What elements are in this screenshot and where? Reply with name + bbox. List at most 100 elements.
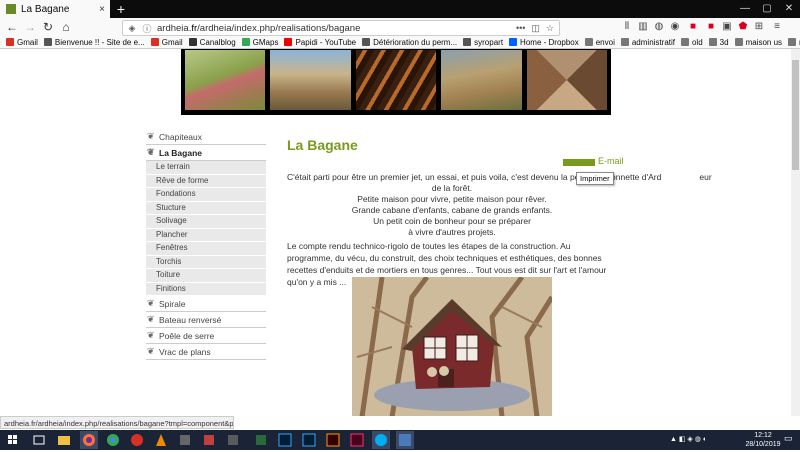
close-window-icon[interactable]: ✕: [778, 0, 800, 18]
windows-start-icon[interactable]: [4, 431, 22, 449]
red-app-icon[interactable]: [128, 431, 146, 449]
home-icon[interactable]: ⌂: [57, 18, 75, 36]
site-info-icon[interactable]: ⓘ: [141, 22, 153, 35]
intro-line-text: Un petit coin de bonheur pour se prépare…: [373, 216, 531, 226]
notification-center-icon[interactable]: ▭: [784, 433, 798, 447]
z-app-icon[interactable]: [396, 431, 414, 449]
intro-line: Un petit coin de bonheur pour se prépare…: [287, 216, 617, 227]
menu-item-label: La Bagane: [159, 147, 202, 158]
bookmark-item[interactable]: Détérioration du perm...: [362, 38, 457, 47]
extension-icon[interactable]: ◍: [652, 20, 666, 34]
sketchup-icon[interactable]: [252, 431, 270, 449]
clock-date: 28/10/2019: [745, 441, 781, 448]
email-link[interactable]: E-mail: [598, 156, 624, 166]
skype-icon[interactable]: [372, 431, 390, 449]
bookmark-item[interactable]: GMaps: [241, 38, 278, 47]
menu-item-1[interactable]: ❦ La Bagane: [146, 145, 266, 161]
pocket-icon[interactable]: ◫: [531, 23, 540, 34]
submenu-item[interactable]: Plancher: [146, 228, 266, 242]
submenu-item[interactable]: Rêve de forme: [146, 174, 266, 188]
submenu-item[interactable]: Fenêtres: [146, 242, 266, 256]
taskbar-clock[interactable]: 12:12 28/10/2019: [745, 431, 781, 449]
bookmark-label: envoi: [595, 37, 615, 47]
bookmark-item[interactable]: envoi: [584, 37, 615, 47]
submenu-item[interactable]: Fondations: [146, 188, 266, 202]
url-bar[interactable]: ◈ ⓘ ardheia.fr/ardheia/index.php/realisa…: [122, 20, 560, 36]
menu-icon[interactable]: ≡: [770, 20, 784, 34]
submenu-item[interactable]: Toiture: [146, 269, 266, 283]
bookmark-star-icon[interactable]: ☆: [546, 23, 554, 34]
forward-icon[interactable]: →: [21, 18, 39, 36]
bookmark-label: Canalblog: [199, 37, 236, 47]
system-tray-icons[interactable]: ▲ ◧ ◈ ◍ ◐: [670, 435, 740, 445]
banner-photo-timber-frame: [270, 50, 351, 110]
tab-close-icon[interactable]: ×: [99, 4, 105, 15]
extension-badge-icon[interactable]: ■: [704, 20, 718, 34]
print-button[interactable]: [563, 159, 595, 166]
leaf-icon: ❦: [147, 346, 155, 356]
bookmark-item[interactable]: Canalblog: [188, 37, 236, 47]
chrome-icon[interactable]: [104, 431, 122, 449]
submenu-item[interactable]: Finitions: [146, 282, 266, 296]
menu-item-bottom-2[interactable]: ❦ Poêle de serre: [146, 328, 266, 344]
bookmark-item[interactable]: syropart: [463, 38, 503, 47]
bookmark-icon: [680, 38, 689, 46]
tracking-shield-icon[interactable]: ◈: [126, 23, 138, 34]
bookmark-item[interactable]: maison us: [734, 37, 783, 47]
bookmark-icon: [150, 38, 159, 46]
vlc-icon[interactable]: [152, 431, 170, 449]
side-menu: ❦ Chapiteaux ❦ La Bagane Le terrain Rêve de f…: [146, 129, 266, 360]
reload-icon[interactable]: ↻: [39, 18, 57, 36]
screenshot-icon[interactable]: ▣: [720, 20, 734, 34]
page-title: La Bagane: [287, 137, 358, 153]
bookmark-label: maison us: [745, 37, 783, 47]
cabin-illustration: [352, 277, 552, 416]
bookmark-item[interactable]: Home - Dropbox: [509, 38, 579, 47]
menu-item-bottom-1[interactable]: ❦ Bateau renversé: [146, 312, 266, 328]
photoshop-icon[interactable]: [276, 431, 294, 449]
notification-icon[interactable]: ■: [686, 20, 700, 34]
menu-item-bottom-3[interactable]: ❦ Vrac de plans: [146, 344, 266, 360]
status-bar-link: ardheia.fr/ardheia/index.php/realisation…: [0, 416, 234, 429]
page-actions-icon[interactable]: •••: [516, 23, 525, 34]
app-icon-2[interactable]: [200, 431, 218, 449]
maximize-icon[interactable]: ▢: [756, 0, 778, 18]
bookmark-label: Home - Dropbox: [520, 37, 579, 47]
submenu-item[interactable]: Torchis: [146, 255, 266, 269]
bookmark-item[interactable]: Gmail: [150, 38, 183, 47]
app-icon-3[interactable]: [224, 431, 242, 449]
firefox-icon[interactable]: [80, 431, 98, 449]
header-banner: [181, 49, 611, 115]
bookmark-item[interactable]: recherche immo: [788, 38, 800, 47]
bookmark-icon: [620, 38, 629, 46]
file-explorer-icon[interactable]: [55, 431, 73, 449]
menu-item-bottom-0[interactable]: ❦ Spirale: [146, 296, 266, 312]
app-icon-1[interactable]: [176, 431, 194, 449]
bookmark-item[interactable]: 3d: [708, 38, 729, 47]
bookmark-item[interactable]: Gmail: [6, 38, 38, 47]
submenu-item[interactable]: Le terrain: [146, 161, 266, 175]
minimize-icon[interactable]: —: [734, 0, 756, 18]
library-icon[interactable]: ⫴: [620, 20, 634, 34]
intro-line: à vivre d'autres projets.: [287, 227, 617, 238]
back-icon[interactable]: ←: [3, 18, 21, 36]
sync-icon[interactable]: ◉: [668, 20, 682, 34]
submenu-item[interactable]: Stucture: [146, 201, 266, 215]
bookmark-item[interactable]: Papidi - YouTube: [284, 38, 356, 47]
adblock-icon[interactable]: ⬟: [736, 20, 750, 34]
menu-item-0[interactable]: ❦ Chapiteaux: [146, 129, 266, 145]
new-tab-button[interactable]: +: [113, 1, 129, 17]
illustrator-icon[interactable]: [324, 431, 342, 449]
photoshop-icon-2[interactable]: [300, 431, 318, 449]
submenu-item[interactable]: Solivage: [146, 215, 266, 229]
bookmark-item[interactable]: old: [680, 38, 703, 47]
intro-line-text: Grande cabane d'enfants, cabane de grand…: [351, 205, 553, 215]
tab-la-bagane[interactable]: La Bagane ×: [0, 0, 110, 18]
task-view-icon[interactable]: [30, 431, 48, 449]
scrollbar-thumb[interactable]: [792, 60, 799, 170]
bookmark-item[interactable]: administratif: [620, 38, 675, 47]
bookmark-item[interactable]: Bienvenue !! - Site de e...: [43, 38, 145, 47]
container-icon[interactable]: ⊞: [752, 20, 766, 34]
indesign-icon[interactable]: [348, 431, 366, 449]
sidebar-icon[interactable]: ▥: [636, 20, 650, 34]
